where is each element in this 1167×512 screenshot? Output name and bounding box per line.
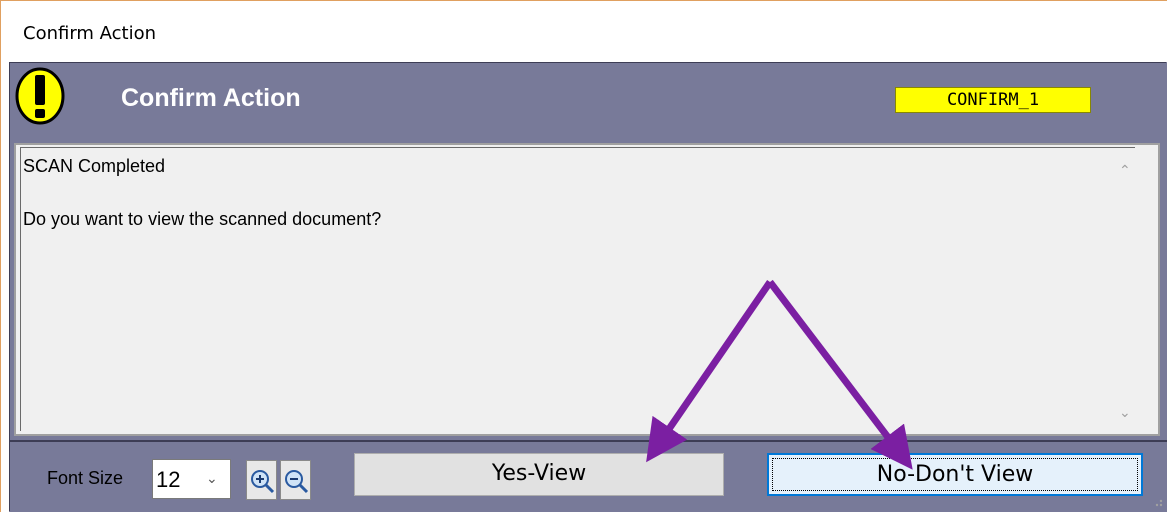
annotation-arrows (646, 279, 913, 470)
arrow-to-yes-view (646, 280, 773, 463)
arrow-to-no-dont-view (767, 279, 913, 470)
resize-grip-icon[interactable] (1152, 496, 1164, 508)
